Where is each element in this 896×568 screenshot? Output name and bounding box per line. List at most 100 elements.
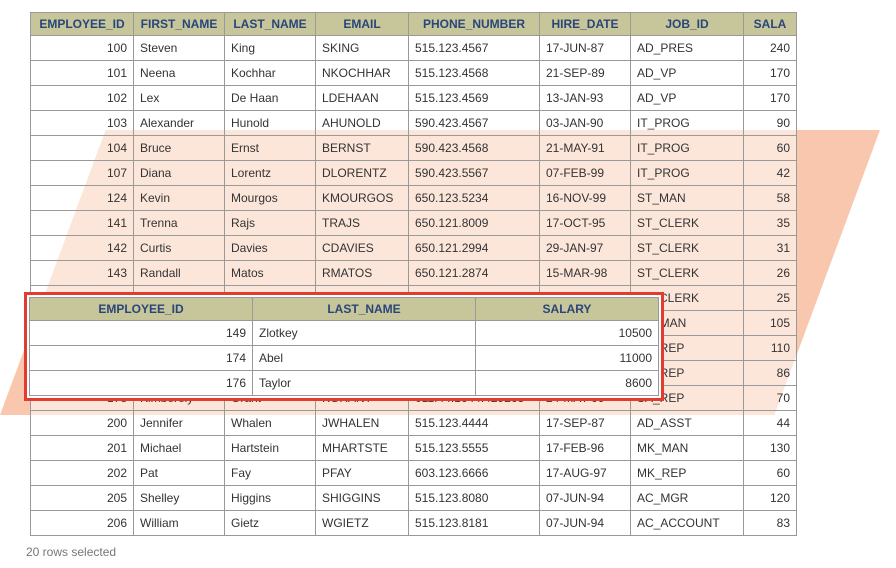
cell-id: 102: [31, 86, 134, 111]
cell-id: 142: [31, 236, 134, 261]
cell-id: 100: [31, 36, 134, 61]
cell-job: IT_PROG: [631, 161, 744, 186]
cell-email: SHIGGINS: [316, 486, 409, 511]
cell-sal: 31: [744, 236, 797, 261]
cell-hire: 21-MAY-91: [540, 136, 631, 161]
query-result-table: EMPLOYEE_ID LAST_NAME SALARY 149Zlotkey1…: [29, 297, 659, 396]
cell-last: Matos: [225, 261, 316, 286]
col-header-hire-date[interactable]: HIRE_DATE: [540, 13, 631, 36]
cell-hire: 17-FEB-96: [540, 436, 631, 461]
table-row[interactable]: 101NeenaKochharNKOCHHAR515.123.456821-SE…: [31, 61, 797, 86]
cell-sal: 70: [744, 386, 797, 411]
cell-hire: 07-JUN-94: [540, 511, 631, 536]
mini-header-row: EMPLOYEE_ID LAST_NAME SALARY: [30, 298, 659, 321]
cell-first: Diana: [134, 161, 225, 186]
cell-id: 200: [31, 411, 134, 436]
cell-hire: 21-SEP-89: [540, 61, 631, 86]
cell-email: CDAVIES: [316, 236, 409, 261]
mini-cell-last: Abel: [253, 346, 476, 371]
cell-phone: 515.123.4569: [409, 86, 540, 111]
cell-first: William: [134, 511, 225, 536]
cell-email: BERNST: [316, 136, 409, 161]
cell-last: Rajs: [225, 211, 316, 236]
cell-id: 143: [31, 261, 134, 286]
table-row[interactable]: 100StevenKingSKING515.123.456717-JUN-87A…: [31, 36, 797, 61]
mini-cell-sal: 11000: [476, 346, 659, 371]
cell-job: ST_MAN: [631, 186, 744, 211]
cell-sal: 90: [744, 111, 797, 136]
table-row[interactable]: 141TrennaRajsTRAJS650.121.800917-OCT-95S…: [31, 211, 797, 236]
cell-phone: 650.121.8009: [409, 211, 540, 236]
mini-table-row[interactable]: 176Taylor8600: [30, 371, 659, 396]
cell-email: RMATOS: [316, 261, 409, 286]
col-header-employee-id[interactable]: EMPLOYEE_ID: [31, 13, 134, 36]
cell-last: De Haan: [225, 86, 316, 111]
cell-sal: 170: [744, 86, 797, 111]
overlay-result-box: EMPLOYEE_ID LAST_NAME SALARY 149Zlotkey1…: [24, 292, 664, 401]
cell-sal: 83: [744, 511, 797, 536]
mini-col-header-salary[interactable]: SALARY: [476, 298, 659, 321]
mini-table-row[interactable]: 149Zlotkey10500: [30, 321, 659, 346]
table-header-row: EMPLOYEE_ID FIRST_NAME LAST_NAME EMAIL P…: [31, 13, 797, 36]
mini-col-header-last-name[interactable]: LAST_NAME: [253, 298, 476, 321]
cell-last: Hartstein: [225, 436, 316, 461]
cell-first: Kevin: [134, 186, 225, 211]
cell-first: Bruce: [134, 136, 225, 161]
cell-sal: 58: [744, 186, 797, 211]
cell-sal: 110: [744, 336, 797, 361]
cell-id: 103: [31, 111, 134, 136]
cell-last: Whalen: [225, 411, 316, 436]
table-row[interactable]: 205ShelleyHigginsSHIGGINS515.123.808007-…: [31, 486, 797, 511]
cell-id: 104: [31, 136, 134, 161]
cell-email: AHUNOLD: [316, 111, 409, 136]
col-header-salary[interactable]: SALA: [744, 13, 797, 36]
cell-hire: 17-JUN-87: [540, 36, 631, 61]
cell-last: Davies: [225, 236, 316, 261]
cell-id: 201: [31, 436, 134, 461]
table-row[interactable]: 107DianaLorentzDLORENTZ590.423.556707-FE…: [31, 161, 797, 186]
table-row[interactable]: 102LexDe HaanLDEHAAN515.123.456913-JAN-9…: [31, 86, 797, 111]
table-row[interactable]: 124KevinMourgosKMOURGOS650.123.523416-NO…: [31, 186, 797, 211]
table-row[interactable]: 200JenniferWhalenJWHALEN515.123.444417-S…: [31, 411, 797, 436]
mini-cell-id: 174: [30, 346, 253, 371]
col-header-job-id[interactable]: JOB_ID: [631, 13, 744, 36]
cell-email: KMOURGOS: [316, 186, 409, 211]
cell-first: Jennifer: [134, 411, 225, 436]
cell-email: PFAY: [316, 461, 409, 486]
col-header-first-name[interactable]: FIRST_NAME: [134, 13, 225, 36]
cell-last: Gietz: [225, 511, 316, 536]
col-header-email[interactable]: EMAIL: [316, 13, 409, 36]
table-row[interactable]: 143RandallMatosRMATOS650.121.287415-MAR-…: [31, 261, 797, 286]
cell-phone: 515.123.5555: [409, 436, 540, 461]
cell-first: Randall: [134, 261, 225, 286]
cell-phone: 590.423.4567: [409, 111, 540, 136]
cell-last: Fay: [225, 461, 316, 486]
cell-sal: 25: [744, 286, 797, 311]
cell-last: King: [225, 36, 316, 61]
cell-phone: 515.123.4568: [409, 61, 540, 86]
table-row[interactable]: 104BruceErnstBERNST590.423.456821-MAY-91…: [31, 136, 797, 161]
table-row[interactable]: 206WilliamGietzWGIETZ515.123.818107-JUN-…: [31, 511, 797, 536]
col-header-phone[interactable]: PHONE_NUMBER: [409, 13, 540, 36]
cell-job: AC_MGR: [631, 486, 744, 511]
cell-job: IT_PROG: [631, 111, 744, 136]
cell-email: DLORENTZ: [316, 161, 409, 186]
col-header-last-name[interactable]: LAST_NAME: [225, 13, 316, 36]
mini-table-row[interactable]: 174Abel11000: [30, 346, 659, 371]
cell-phone: 515.123.8181: [409, 511, 540, 536]
cell-id: 141: [31, 211, 134, 236]
cell-sal: 120: [744, 486, 797, 511]
cell-last: Higgins: [225, 486, 316, 511]
cell-last: Lorentz: [225, 161, 316, 186]
table-row[interactable]: 202PatFayPFAY603.123.666617-AUG-97MK_REP…: [31, 461, 797, 486]
mini-col-header-employee-id[interactable]: EMPLOYEE_ID: [30, 298, 253, 321]
cell-sal: 170: [744, 61, 797, 86]
cell-job: IT_PROG: [631, 136, 744, 161]
table-row[interactable]: 142CurtisDaviesCDAVIES650.121.299429-JAN…: [31, 236, 797, 261]
cell-job: AD_VP: [631, 86, 744, 111]
cell-email: MHARTSTE: [316, 436, 409, 461]
employees-table: EMPLOYEE_ID FIRST_NAME LAST_NAME EMAIL P…: [30, 12, 797, 536]
table-row[interactable]: 201MichaelHartsteinMHARTSTE515.123.55551…: [31, 436, 797, 461]
table-row[interactable]: 103AlexanderHunoldAHUNOLD590.423.456703-…: [31, 111, 797, 136]
cell-email: SKING: [316, 36, 409, 61]
